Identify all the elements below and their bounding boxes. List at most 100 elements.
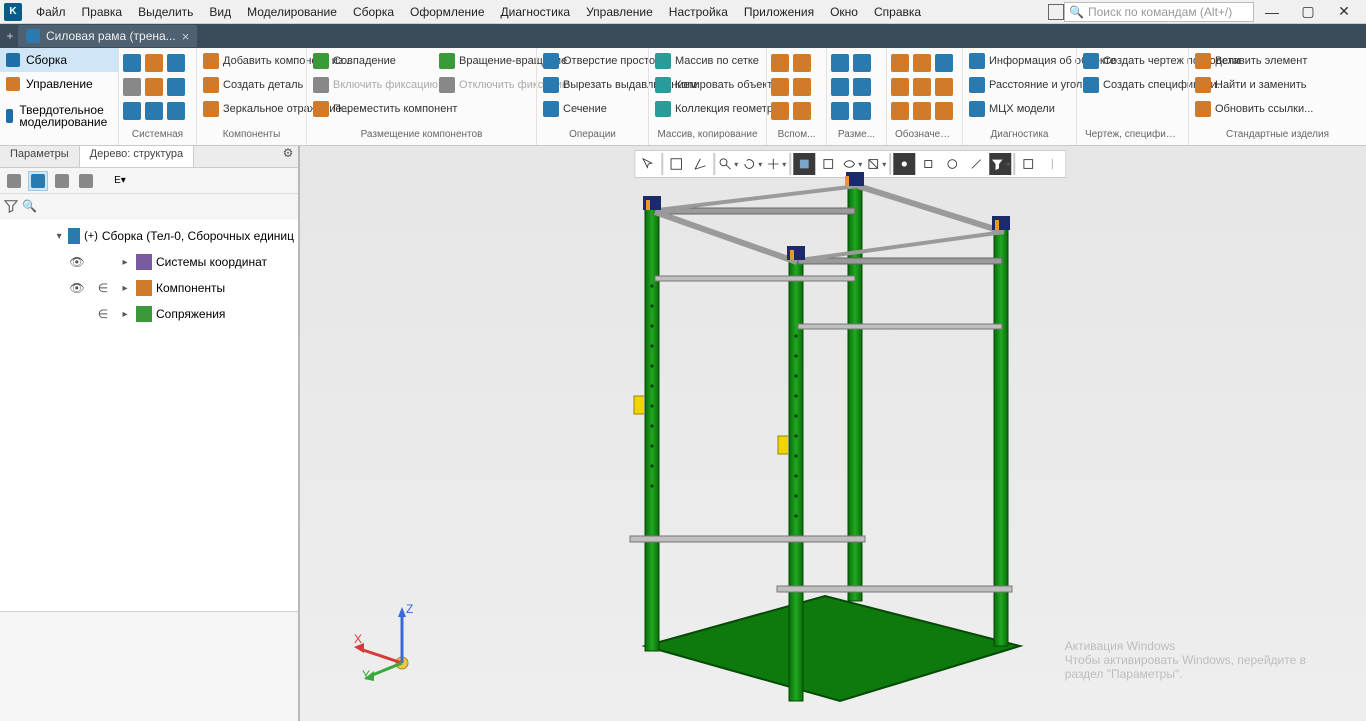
- geometry-collection-button[interactable]: Коллекция геометрии: [653, 98, 777, 120]
- layouts-icon[interactable]: [1048, 4, 1064, 20]
- panel-settings-icon[interactable]: ⚙: [278, 146, 298, 167]
- expand-icon[interactable]: ▸: [118, 283, 132, 294]
- ann1-icon[interactable]: [891, 54, 909, 72]
- section-icon: [543, 101, 559, 117]
- windows-activation-watermark: Активация Windows Чтобы активировать Win…: [1065, 639, 1306, 681]
- menu-settings[interactable]: Настройка: [661, 2, 736, 22]
- mass-props-button[interactable]: МЦХ модели: [967, 98, 1091, 120]
- window-minimize[interactable]: —: [1254, 4, 1290, 20]
- menu-apps[interactable]: Приложения: [736, 2, 822, 22]
- save-icon[interactable]: [167, 54, 185, 72]
- document-tab[interactable]: Силовая рама (трена... ×: [18, 25, 197, 47]
- print-icon[interactable]: [123, 78, 141, 96]
- tree-view3-button[interactable]: [52, 171, 72, 191]
- copy-icon[interactable]: [123, 102, 141, 120]
- coincident-button[interactable]: Совпадение: [311, 50, 435, 72]
- menu-modeling[interactable]: Моделирование: [239, 2, 345, 22]
- insert-element-button[interactable]: Вставить элемент: [1193, 50, 1315, 72]
- expand-icon[interactable]: ▸: [118, 257, 132, 268]
- panel-tab-tree[interactable]: Дерево: структура: [80, 146, 195, 167]
- copy-objects-button[interactable]: Копировать объекты: [653, 74, 777, 96]
- 3d-viewport[interactable]: Z X Y Активация Windows Чтобы активирова…: [300, 146, 1366, 721]
- visibility-icon[interactable]: 👁: [66, 281, 88, 295]
- window-maximize[interactable]: ▢: [1290, 3, 1326, 20]
- window-close[interactable]: ✕: [1326, 3, 1362, 20]
- funnel-icon[interactable]: [4, 199, 18, 213]
- menu-help[interactable]: Справка: [866, 2, 929, 22]
- command-search[interactable]: 🔍 Поиск по командам (Alt+/): [1064, 2, 1254, 22]
- tree-view2-button[interactable]: [28, 171, 48, 191]
- array-button[interactable]: Массив по сетке: [653, 50, 777, 72]
- ann4-icon[interactable]: [891, 78, 909, 96]
- enable-fix-button[interactable]: Включить фиксацию: [311, 74, 435, 96]
- new-icon[interactable]: [123, 54, 141, 72]
- include-icon[interactable]: ∈: [92, 307, 114, 321]
- tree-view5-button[interactable]: E▾: [110, 171, 130, 191]
- paste-icon[interactable]: [167, 102, 185, 120]
- ribbon-mode-assembly[interactable]: Сборка: [0, 48, 118, 72]
- create-spec-button[interactable]: Создать спецификаци...: [1081, 74, 1205, 96]
- tree-root[interactable]: ▾ (+) Сборка (Тел-0, Сборочных единиц: [0, 223, 298, 249]
- tree-filter-input[interactable]: [41, 197, 294, 215]
- expand-icon[interactable]: ▸: [118, 309, 132, 320]
- menu-assembly[interactable]: Сборка: [345, 2, 402, 22]
- ann6-icon[interactable]: [935, 78, 953, 96]
- aux5-icon[interactable]: [771, 102, 789, 120]
- cut-extrude-button[interactable]: Вырезать выдавливанием: [541, 74, 665, 96]
- aux4-icon[interactable]: [793, 78, 811, 96]
- ann2-icon[interactable]: [913, 54, 931, 72]
- menu-file[interactable]: Файл: [28, 2, 74, 22]
- tab-close-icon[interactable]: ×: [182, 29, 190, 44]
- ann8-icon[interactable]: [913, 102, 931, 120]
- info-button[interactable]: Информация об объекте: [967, 50, 1091, 72]
- hole-button[interactable]: Отверстие простое: [541, 50, 665, 72]
- tree-item-components[interactable]: 👁 ∈ ▸ Компоненты: [0, 275, 298, 301]
- aux2-icon[interactable]: [793, 54, 811, 72]
- update-links-button[interactable]: Обновить ссылки...: [1193, 98, 1315, 120]
- aux1-icon[interactable]: [771, 54, 789, 72]
- ann3-icon[interactable]: [935, 54, 953, 72]
- distance-button[interactable]: Расстояние и угол: [967, 74, 1091, 96]
- menu-diagnostics[interactable]: Диагностика: [493, 2, 579, 22]
- group-ops-label: Операции: [541, 129, 644, 145]
- collapse-icon[interactable]: ▾: [54, 231, 64, 242]
- enable-fix-icon: [313, 77, 329, 93]
- feature-tree[interactable]: ▾ (+) Сборка (Тел-0, Сборочных единиц 👁 …: [0, 218, 298, 611]
- ribbon-mode-solid[interactable]: Твердотельное моделирование: [0, 96, 118, 136]
- tree-view4-button[interactable]: [76, 171, 96, 191]
- menu-window[interactable]: Окно: [822, 2, 866, 22]
- visibility-icon[interactable]: 👁: [66, 255, 88, 269]
- dim1-icon[interactable]: [831, 54, 849, 72]
- axis-gizmo[interactable]: Z X Y: [340, 601, 420, 681]
- saveall-icon[interactable]: [167, 78, 185, 96]
- aux3-icon[interactable]: [771, 78, 789, 96]
- menu-format[interactable]: Оформление: [402, 2, 492, 22]
- panel-tab-params[interactable]: Параметры: [0, 146, 80, 167]
- ann7-icon[interactable]: [891, 102, 909, 120]
- tree-item-mates[interactable]: ∈ ▸ Сопряжения: [0, 301, 298, 327]
- move-component-button[interactable]: Переместить компонент: [311, 98, 435, 120]
- create-drawing-button[interactable]: Создать чертеж по модели: [1081, 50, 1205, 72]
- tree-item-coords[interactable]: 👁 ▸ Системы координат: [0, 249, 298, 275]
- dim6-icon[interactable]: [853, 102, 871, 120]
- undo-icon[interactable]: [145, 78, 163, 96]
- ann9-icon[interactable]: [935, 102, 953, 120]
- dim3-icon[interactable]: [831, 78, 849, 96]
- tree-view1-button[interactable]: [4, 171, 24, 191]
- new-tab-button[interactable]: +: [2, 28, 18, 44]
- ribbon-mode-manage[interactable]: Управление: [0, 72, 118, 96]
- menu-select[interactable]: Выделить: [130, 2, 201, 22]
- dim4-icon[interactable]: [853, 78, 871, 96]
- include-icon[interactable]: ∈: [92, 281, 114, 295]
- menu-view[interactable]: Вид: [201, 2, 239, 22]
- group-aux-label: Вспом...: [771, 129, 822, 145]
- dim2-icon[interactable]: [853, 54, 871, 72]
- open-icon[interactable]: [145, 54, 163, 72]
- cut-icon[interactable]: [145, 102, 163, 120]
- find-replace-button[interactable]: Найти и заменить: [1193, 74, 1315, 96]
- ann5-icon[interactable]: [913, 78, 931, 96]
- menu-edit[interactable]: Правка: [74, 2, 131, 22]
- aux6-icon[interactable]: [793, 102, 811, 120]
- menu-manage[interactable]: Управление: [578, 2, 661, 22]
- section-button[interactable]: Сечение: [541, 98, 665, 120]
